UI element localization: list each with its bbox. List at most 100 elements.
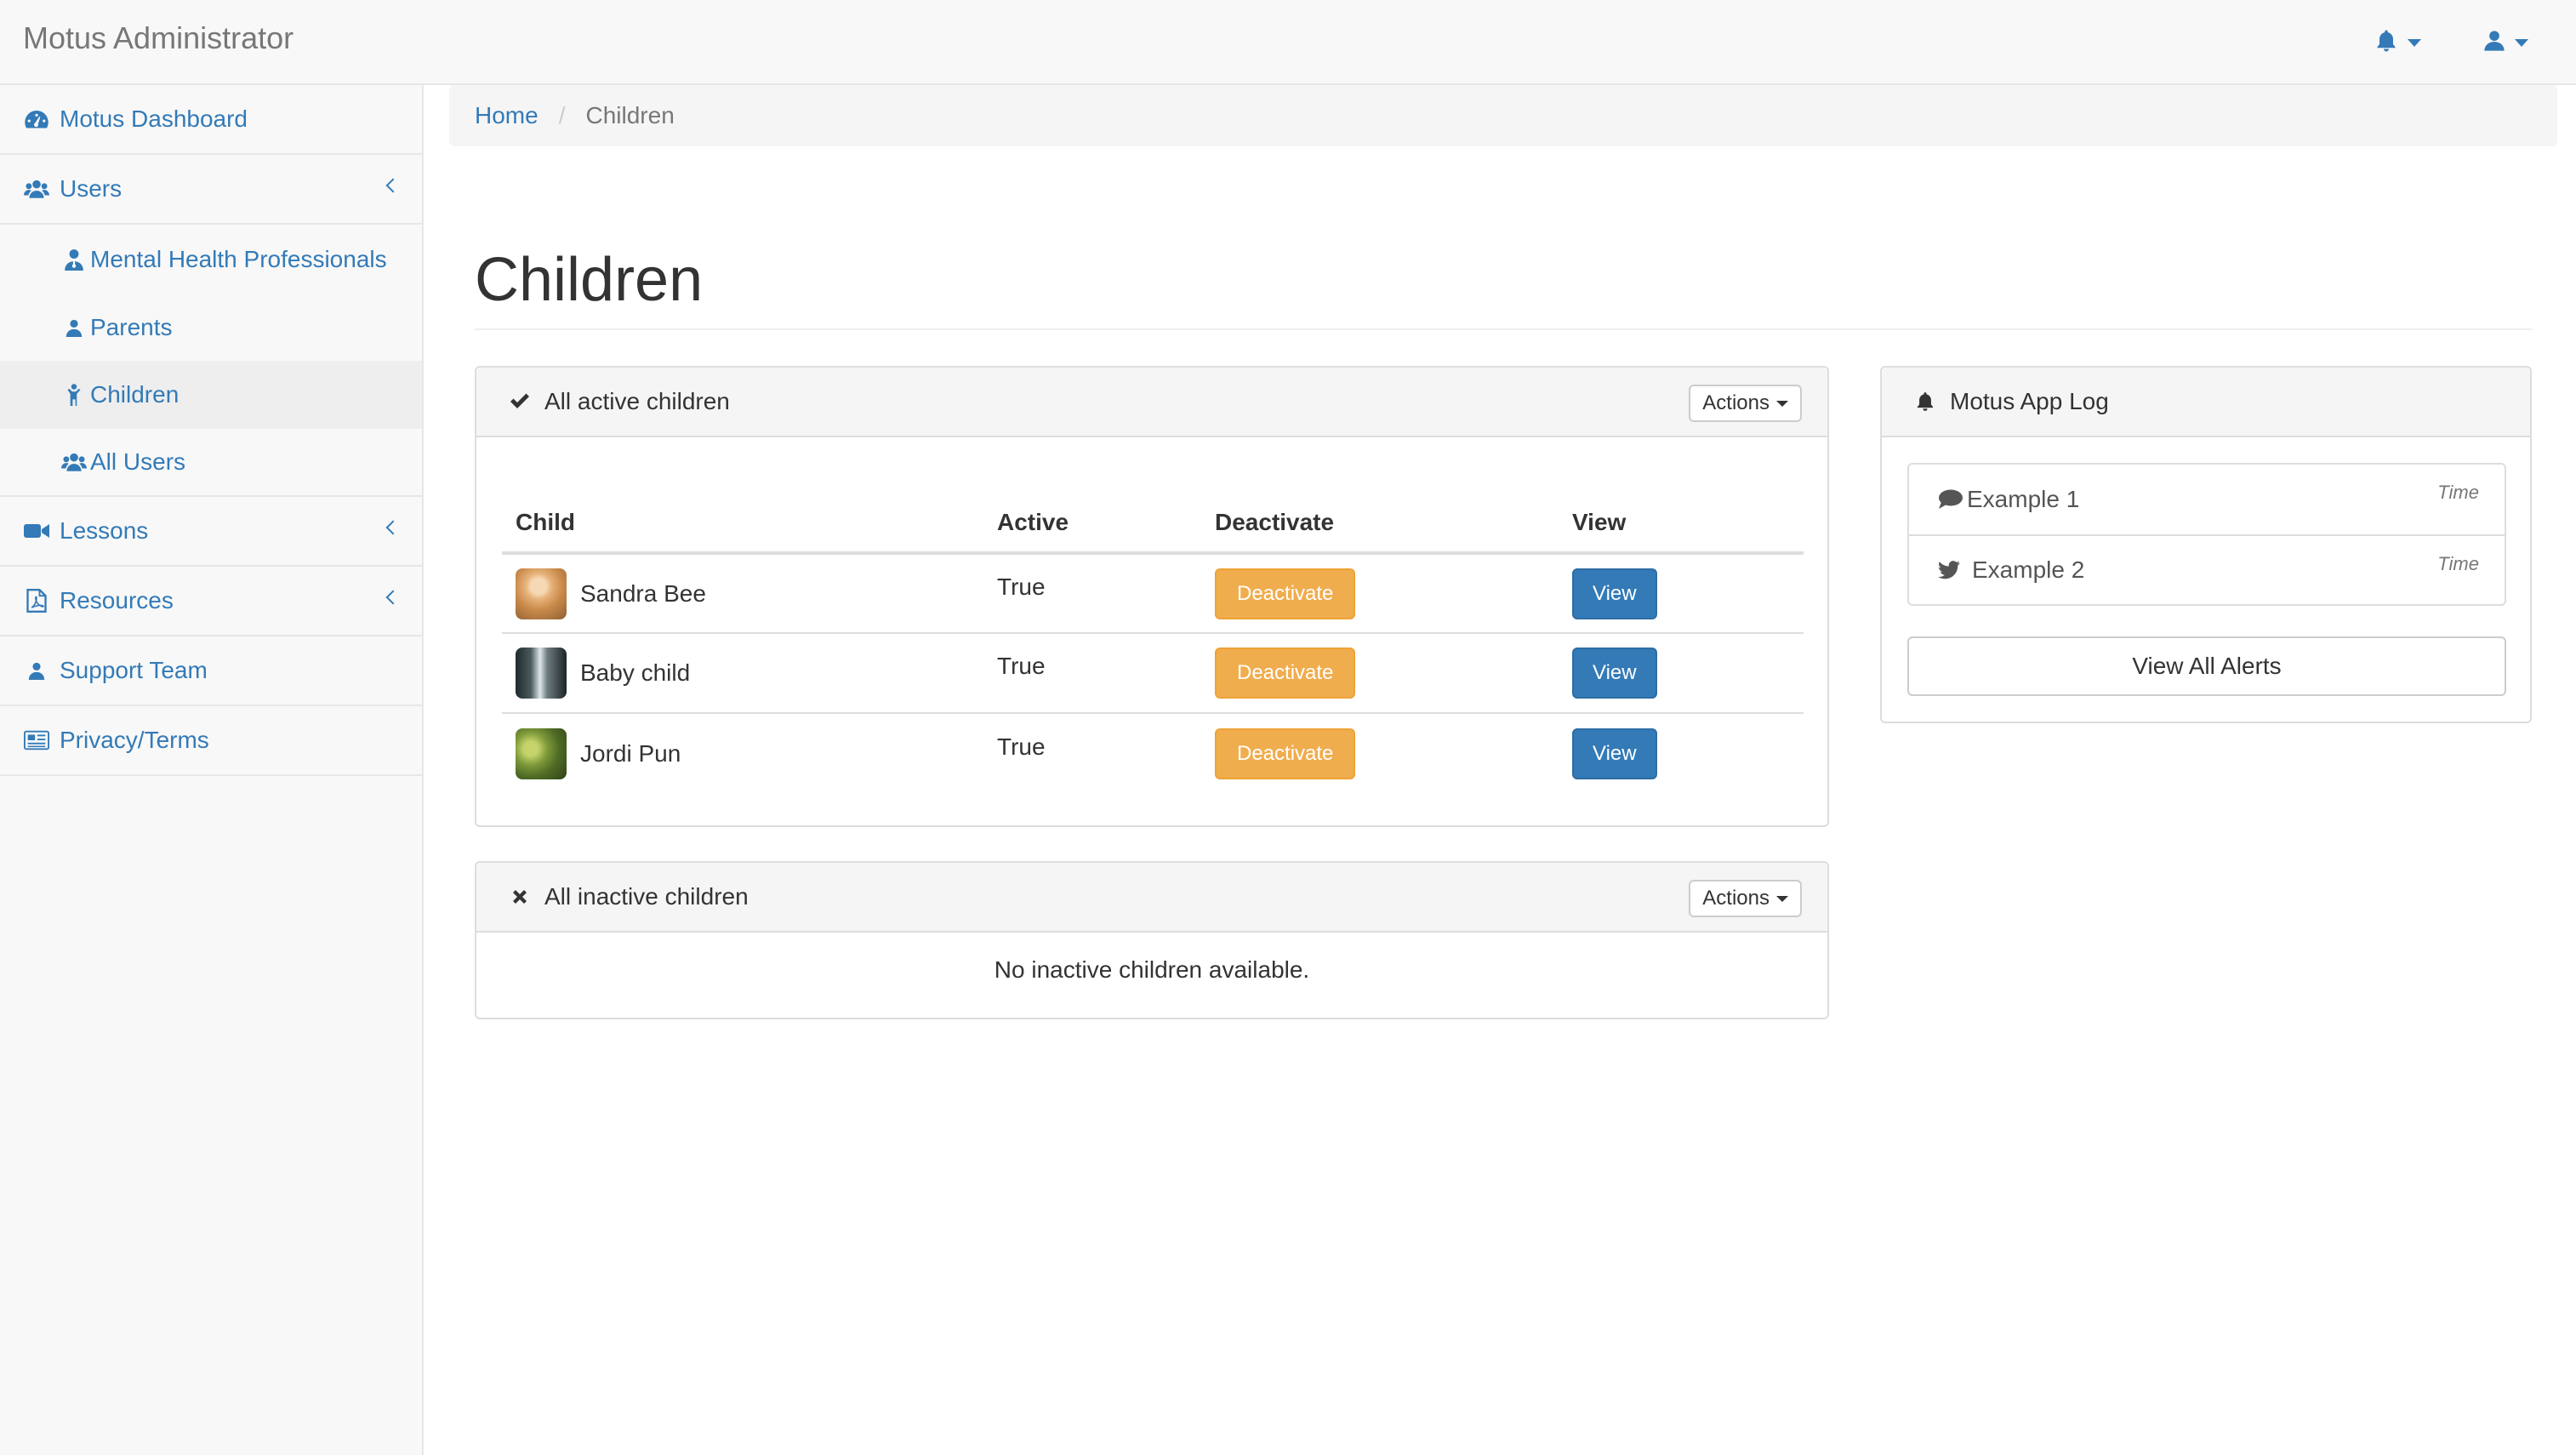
chevron-down-icon	[1776, 400, 1788, 407]
panel-title: All inactive children	[544, 883, 749, 910]
sidebar-item-label: Support Team	[60, 657, 208, 683]
sidebar-item-users[interactable]: Users	[0, 155, 422, 225]
sidebar: Motus Dashboard Users Mental Health Prof…	[0, 85, 424, 1455]
bell-icon	[1912, 389, 1938, 414]
app-log-panel: Motus App Log Example 1 Time Example 2 T…	[1880, 366, 2532, 723]
deactivate-cell: Deactivate	[1201, 553, 1559, 634]
active-cell: True	[983, 633, 1201, 714]
view-cell: View	[1559, 553, 1804, 634]
deactivate-cell: Deactivate	[1201, 633, 1559, 714]
bell-icon	[2374, 28, 2399, 58]
panel-title: All active children	[544, 388, 730, 414]
log-item-label: Example 1	[1967, 486, 2080, 512]
sidebar-item-dashboard[interactable]: Motus Dashboard	[0, 85, 422, 155]
actions-label: Actions	[1702, 887, 1770, 910]
deactivate-button[interactable]: Deactivate	[1215, 568, 1356, 619]
child-name: Sandra Bee	[580, 579, 706, 607]
user-md-icon	[65, 247, 83, 272]
sidebar-item-label: Motus Dashboard	[60, 106, 248, 132]
sidebar-item-parents[interactable]: Parents	[0, 293, 422, 362]
inactive-children-panel: All inactive children Actions No inactiv…	[475, 861, 1829, 1019]
sidebar-item-lessons[interactable]: Lessons	[0, 497, 422, 567]
file-pdf-icon	[24, 588, 49, 613]
page-title: Children	[475, 246, 704, 314]
breadcrumb: Home / Children	[449, 85, 2557, 146]
child-name: Baby child	[580, 659, 691, 686]
view-button[interactable]: View	[1572, 568, 1657, 619]
actions-dropdown-button[interactable]: Actions	[1689, 880, 1802, 917]
app-title[interactable]: Motus Administrator	[23, 20, 294, 56]
active-value: True	[997, 653, 1046, 679]
actions-label: Actions	[1702, 391, 1770, 414]
sidebar-item-children[interactable]: Children	[0, 361, 422, 429]
child-cell: Jordi Pun	[502, 713, 983, 793]
table-row: Jordi Pun True Deactivate View	[502, 713, 1804, 793]
close-icon	[507, 884, 533, 910]
column-header-view: View	[1559, 485, 1804, 555]
newspaper-icon	[24, 728, 49, 753]
sidebar-item-support-team[interactable]: Support Team	[0, 636, 422, 706]
chevron-left-icon	[385, 520, 401, 535]
panel-heading: All inactive children Actions	[476, 863, 1827, 933]
user-icon	[65, 315, 83, 340]
view-button[interactable]: View	[1572, 648, 1657, 699]
comment-icon	[1938, 489, 1963, 510]
user-icon	[2482, 29, 2506, 57]
alerts-dropdown[interactable]	[2374, 26, 2421, 60]
panel-heading: Motus App Log	[1882, 368, 2530, 437]
users-icon	[24, 176, 49, 202]
view-all-alerts-button[interactable]: View All Alerts	[1907, 636, 2506, 696]
column-header-deactivate: Deactivate	[1201, 485, 1559, 555]
child-name: Jordi Pun	[580, 739, 681, 767]
video-camera-icon	[24, 518, 49, 544]
title-divider	[475, 328, 2532, 330]
sidebar-item-label: Parents	[90, 314, 173, 340]
panel-heading: All active children Actions	[476, 368, 1827, 437]
sidebar-item-privacy-terms[interactable]: Privacy/Terms	[0, 706, 422, 776]
view-cell: View	[1559, 633, 1804, 714]
view-cell: View	[1559, 713, 1804, 793]
child-avatar	[516, 648, 567, 699]
sidebar-item-mental-health-professionals[interactable]: Mental Health Professionals	[0, 225, 422, 294]
empty-state-message: No inactive children available.	[994, 956, 1310, 983]
breadcrumb-current: Children	[585, 102, 675, 128]
sidebar-item-resources[interactable]: Resources	[0, 567, 422, 636]
view-button[interactable]: View	[1572, 728, 1657, 779]
child-avatar	[516, 568, 567, 619]
column-header-active: Active	[983, 485, 1201, 555]
active-value: True	[997, 733, 1046, 760]
breadcrumb-home-link[interactable]: Home	[475, 102, 539, 129]
twitter-icon	[1938, 561, 1960, 579]
user-dropdown[interactable]	[2482, 26, 2528, 60]
top-navbar: Motus Administrator	[0, 0, 2576, 85]
deactivate-button[interactable]: Deactivate	[1215, 728, 1356, 779]
log-item-time: Time	[2437, 553, 2479, 574]
active-value: True	[997, 573, 1046, 600]
table-row: Sandra Bee True Deactivate View	[502, 553, 1804, 634]
column-header-child: Child	[502, 485, 983, 555]
log-item-time: Time	[2437, 482, 2479, 503]
sidebar-item-label: Users	[60, 175, 123, 202]
active-children-panel: All active children Actions Child Active…	[475, 366, 1829, 827]
list-item[interactable]: Example 1 Time	[1909, 465, 2505, 534]
sidebar-item-label: All Users	[90, 448, 186, 475]
deactivate-cell: Deactivate	[1201, 713, 1559, 793]
sidebar-item-label: Privacy/Terms	[60, 727, 209, 753]
user-icon	[24, 658, 49, 683]
deactivate-button[interactable]: Deactivate	[1215, 648, 1356, 699]
panel-title: Motus App Log	[1950, 388, 2109, 414]
sidebar-item-all-users[interactable]: All Users	[0, 429, 422, 497]
chevron-left-icon	[385, 590, 401, 605]
chevron-left-icon	[385, 178, 401, 193]
log-list: Example 1 Time Example 2 Time	[1907, 463, 2506, 606]
log-item-label: Example 2	[1972, 556, 2085, 583]
table-header-row: Child Active Deactivate View	[502, 485, 1804, 555]
sidebar-item-label: Mental Health Professionals	[90, 246, 387, 272]
child-cell: Baby child	[502, 633, 983, 714]
child-cell: Sandra Bee	[502, 553, 983, 634]
list-item[interactable]: Example 2 Time	[1909, 534, 2505, 604]
chevron-down-icon	[1776, 895, 1788, 902]
actions-dropdown-button[interactable]: Actions	[1689, 385, 1802, 422]
sidebar-item-label: Children	[90, 381, 180, 408]
child-avatar	[516, 728, 567, 779]
